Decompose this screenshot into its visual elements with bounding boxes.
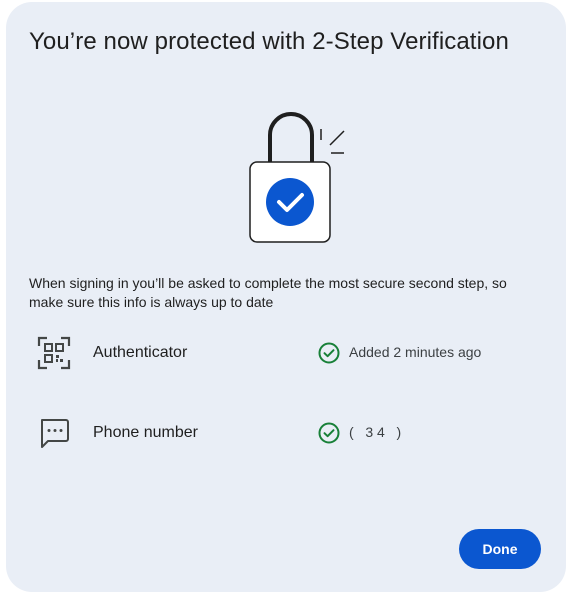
done-button[interactable]: Done bbox=[459, 529, 541, 569]
method-row-phone-number: Phone number ( 3 4 ) bbox=[29, 414, 549, 454]
lock-check-icon bbox=[249, 112, 345, 243]
phone-number-value: ( 3 4 ) bbox=[349, 424, 402, 440]
sms-icon bbox=[41, 419, 69, 448]
method-row-authenticator: Authenticator Added 2 minutes ago bbox=[29, 334, 549, 374]
method-status: Added 2 minutes ago bbox=[349, 344, 482, 360]
method-name: Phone number bbox=[93, 424, 198, 441]
intro-text: When signing in you’ll be asked to compl… bbox=[29, 275, 507, 310]
qr-code-icon bbox=[37, 336, 71, 370]
dialog-title: You’re now protected with 2-Step Verific… bbox=[29, 28, 509, 55]
check-circle-icon bbox=[318, 342, 340, 364]
verification-dialog: You’re now protected with 2-Step Verific… bbox=[6, 2, 566, 592]
method-name: Authenticator bbox=[93, 344, 188, 361]
check-circle-icon bbox=[318, 422, 340, 444]
